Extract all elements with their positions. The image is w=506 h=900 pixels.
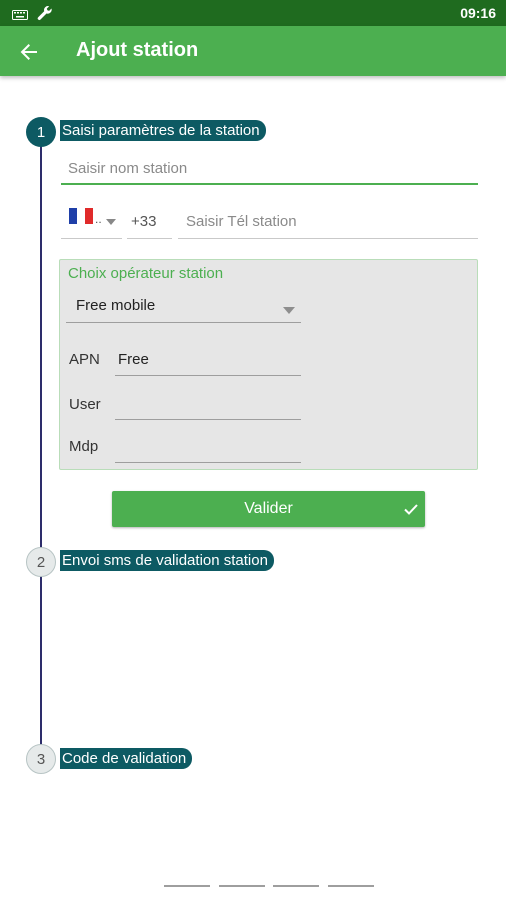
dial-code: +33 [131, 213, 157, 230]
step-number: 1 [36, 123, 46, 141]
phone-input[interactable]: Saisir Tél station [178, 200, 478, 239]
apn-value: Free [118, 351, 149, 368]
wrench-icon [36, 5, 54, 28]
code-digit-4[interactable] [328, 885, 374, 887]
dial-code-field[interactable]: +33 [127, 200, 172, 239]
step-1-indicator[interactable]: 1 [26, 117, 56, 147]
page-title: Ajout station [76, 39, 199, 61]
code-digit-1[interactable] [164, 885, 210, 887]
back-button[interactable] [14, 37, 44, 67]
country-ellipsis: .. [95, 212, 102, 226]
step-2-indicator[interactable]: 2 [26, 547, 56, 577]
user-input[interactable] [115, 386, 301, 420]
stepper-line [40, 128, 42, 758]
operator-select[interactable]: Free mobile [66, 285, 301, 323]
check-icon [404, 504, 418, 515]
operator-panel: Choix opérateur station Free mobile APN … [59, 259, 478, 470]
step-number: 2 [36, 553, 46, 571]
app-bar: Ajout station [0, 26, 506, 76]
france-flag-icon [69, 208, 93, 229]
code-digit-3[interactable] [273, 885, 319, 887]
arrow-left-icon [20, 44, 37, 60]
status-time: 09:16 [460, 5, 496, 21]
status-bar: 09:16 [0, 0, 506, 26]
code-digit-2[interactable] [219, 885, 265, 887]
station-name-placeholder: Saisir nom station [68, 160, 188, 177]
country-picker[interactable]: .. [61, 200, 122, 239]
user-label: User [69, 396, 101, 413]
step-2-title[interactable]: Envoi sms de validation station [60, 550, 274, 571]
step-number: 3 [36, 750, 46, 768]
mdp-label: Mdp [69, 438, 99, 455]
step-3-indicator[interactable]: 3 [26, 744, 56, 774]
chevron-down-icon [106, 212, 116, 230]
validate-button[interactable]: Valider [112, 491, 425, 527]
mdp-input[interactable] [115, 429, 301, 463]
validate-label: Valider [244, 500, 293, 517]
keyboard-icon [12, 8, 28, 26]
status-icons [12, 5, 54, 28]
phone-placeholder: Saisir Tél station [186, 213, 297, 230]
station-name-input[interactable]: Saisir nom station [61, 155, 478, 185]
apn-label: APN [69, 351, 100, 368]
step-1-title[interactable]: Saisi paramètres de la station [60, 120, 266, 141]
operator-selected-value: Free mobile [76, 297, 156, 314]
dropdown-arrow-icon [283, 301, 295, 319]
operator-panel-title: Choix opérateur station [68, 265, 224, 282]
apn-input[interactable]: Free [115, 342, 301, 376]
step-3-title[interactable]: Code de validation [60, 748, 193, 769]
